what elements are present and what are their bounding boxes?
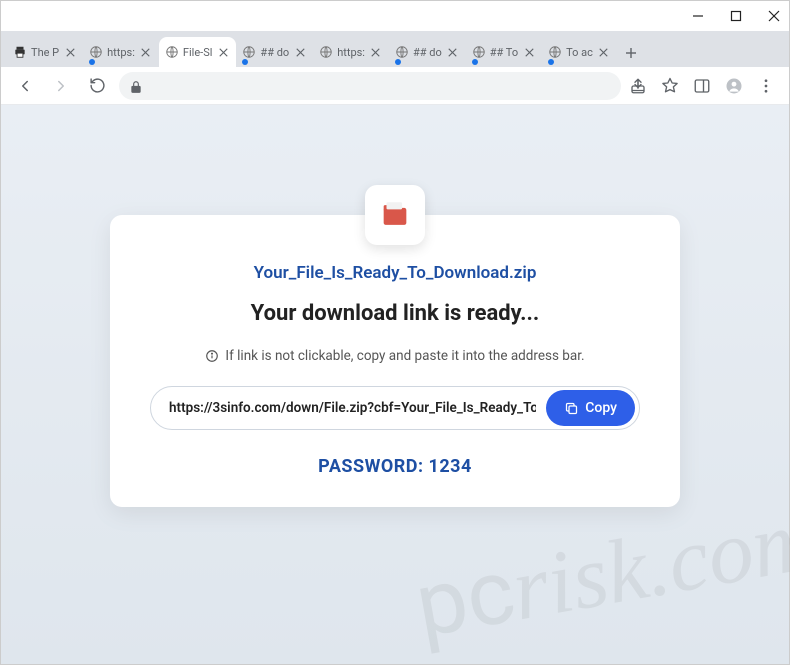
- tab-close-icon[interactable]: [446, 45, 460, 59]
- omnibox[interactable]: [119, 72, 621, 100]
- tab-favicon-icon: [548, 45, 562, 59]
- tab-title: The P: [31, 46, 59, 59]
- tabstrip: The P https: File-Sl ## do https: ## do ## To T…: [1, 31, 789, 67]
- tab-close-icon[interactable]: [522, 45, 536, 59]
- tab-title: File-Sl: [183, 46, 213, 59]
- tab-favicon-icon: [89, 45, 103, 59]
- tab-title: ## do: [413, 46, 442, 59]
- copy-button-label: Copy: [585, 400, 617, 416]
- browser-tab[interactable]: https:: [83, 37, 159, 67]
- hint-row: If link is not clickable, copy and paste…: [150, 348, 640, 364]
- tab-indicator-icon: [89, 59, 95, 65]
- copy-icon: [564, 401, 579, 416]
- tab-title: ## To: [490, 46, 518, 59]
- reload-button[interactable]: [83, 72, 111, 100]
- browser-tab[interactable]: https:: [313, 37, 389, 67]
- file-icon: [365, 185, 425, 245]
- tab-indicator-icon: [548, 59, 554, 65]
- sidepanel-icon[interactable]: [693, 77, 711, 95]
- password-text: PASSWORD: 1234: [150, 456, 640, 477]
- browser-tab[interactable]: ## To: [466, 37, 542, 67]
- lock-icon: [129, 79, 143, 93]
- tab-favicon-icon: [165, 45, 179, 59]
- tab-favicon-icon: [13, 45, 27, 59]
- browser-window: The P https: File-Sl ## do https: ## do ## To T…: [0, 0, 790, 665]
- browser-tab[interactable]: File-Sl: [159, 37, 237, 67]
- back-button[interactable]: [11, 72, 39, 100]
- download-url[interactable]: https://3sinfo.com/down/File.zip?cbf=You…: [169, 400, 536, 416]
- forward-button[interactable]: [47, 72, 75, 100]
- tab-indicator-icon: [242, 59, 248, 65]
- tab-favicon-icon: [472, 45, 486, 59]
- browser-tab[interactable]: To ac: [542, 37, 617, 67]
- tab-close-icon[interactable]: [216, 45, 230, 59]
- tab-favicon-icon: [319, 45, 333, 59]
- tab-close-icon[interactable]: [369, 45, 383, 59]
- share-icon[interactable]: [629, 77, 647, 95]
- hint-text: If link is not clickable, copy and paste…: [225, 348, 584, 364]
- download-card: Your_File_Is_Ready_To_Download.zip Your …: [110, 215, 680, 507]
- new-tab-button[interactable]: [617, 39, 645, 67]
- tab-title: To ac: [566, 46, 593, 59]
- address-bar: [1, 67, 789, 105]
- filename-text: Your_File_Is_Ready_To_Download.zip: [150, 263, 640, 283]
- tab-close-icon[interactable]: [139, 45, 153, 59]
- profile-icon[interactable]: [725, 77, 743, 95]
- tab-favicon-icon: [242, 45, 256, 59]
- tab-close-icon[interactable]: [293, 45, 307, 59]
- addressbar-actions: [629, 77, 779, 95]
- tab-indicator-icon: [472, 59, 478, 65]
- url-row: https://3sinfo.com/down/File.zip?cbf=You…: [150, 386, 640, 430]
- tab-favicon-icon: [395, 45, 409, 59]
- info-icon: [205, 349, 219, 363]
- browser-tab[interactable]: ## do: [236, 37, 313, 67]
- close-window-button[interactable]: [767, 9, 781, 23]
- copy-button[interactable]: Copy: [546, 390, 635, 426]
- browser-tab[interactable]: ## do: [389, 37, 466, 67]
- headline-text: Your download link is ready...: [150, 301, 640, 326]
- menu-dots-icon[interactable]: [757, 77, 775, 95]
- page-content: Your_File_Is_Ready_To_Download.zip Your …: [1, 105, 789, 664]
- titlebar: [1, 1, 789, 31]
- browser-tab[interactable]: The P: [7, 37, 83, 67]
- tab-indicator-icon: [395, 59, 401, 65]
- watermark: pcrisk.com: [408, 485, 790, 659]
- minimize-button[interactable]: [691, 9, 705, 23]
- bookmark-star-icon[interactable]: [661, 77, 679, 95]
- maximize-button[interactable]: [729, 9, 743, 23]
- tab-title: ## do: [260, 46, 289, 59]
- tab-title: https:: [337, 46, 365, 59]
- tab-close-icon[interactable]: [597, 45, 611, 59]
- tab-title: https:: [107, 46, 135, 59]
- tab-close-icon[interactable]: [63, 45, 77, 59]
